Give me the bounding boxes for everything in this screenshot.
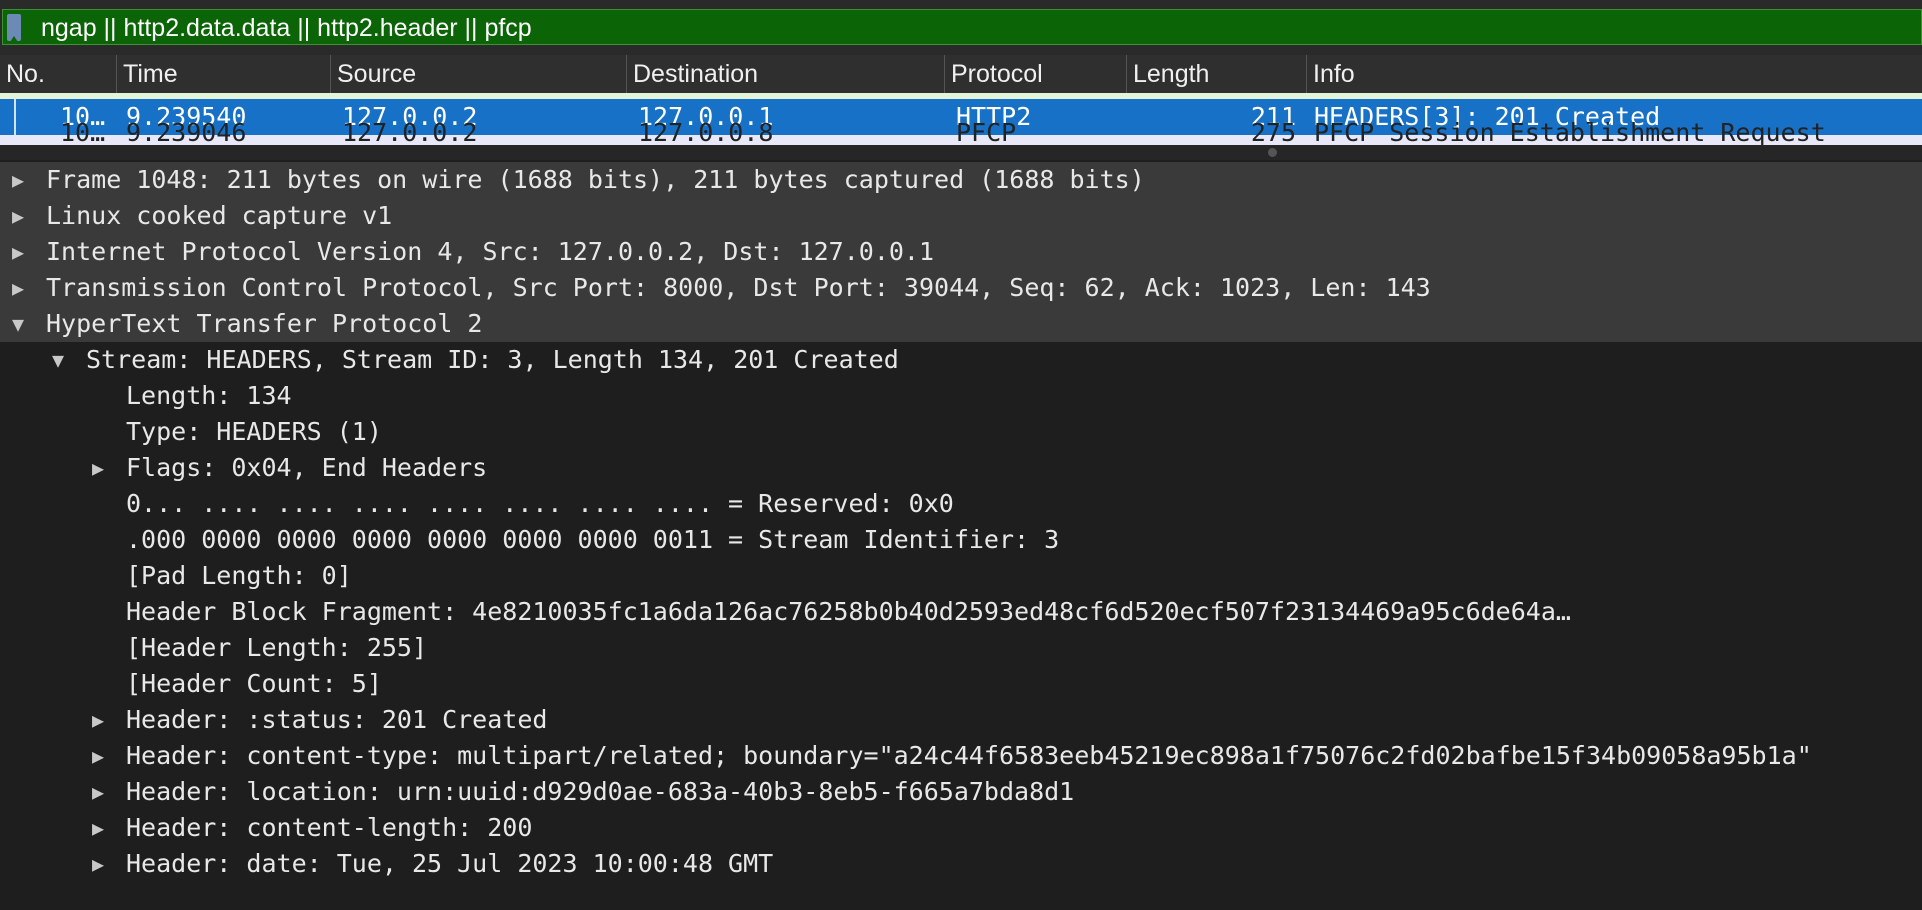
- tree-item-label: .000 0000 0000 0000 0000 0000 0000 0011 …: [126, 525, 1060, 554]
- tree-item-ipv4[interactable]: ▶ Internet Protocol Version 4, Src: 127.…: [0, 234, 1922, 270]
- tree-item-label: Flags: 0x04, End Headers: [126, 453, 488, 482]
- tree-item-header-content-type[interactable]: ▶ Header: content-type: multipart/relate…: [0, 738, 1922, 774]
- column-header-time[interactable]: Time: [116, 55, 330, 93]
- tree-item-label: Header: content-type: multipart/related;…: [126, 741, 1812, 770]
- expand-arrow-icon[interactable]: ▶: [86, 846, 110, 882]
- tree-item-reserved[interactable]: 0... .... .... .... .... .... .... .... …: [0, 486, 1922, 522]
- related-packet-marker: [14, 99, 16, 135]
- expand-arrow-icon[interactable]: ▶: [86, 810, 110, 846]
- expand-arrow-icon[interactable]: ▶: [6, 162, 30, 198]
- tree-item-stream-identifier[interactable]: .000 0000 0000 0000 0000 0000 0000 0011 …: [0, 522, 1922, 558]
- packet-source: 127.0.0.2: [342, 118, 478, 145]
- tree-item-label: HyperText Transfer Protocol 2: [46, 309, 483, 338]
- column-header-info[interactable]: Info: [1306, 55, 1922, 93]
- tree-item-label: Linux cooked capture v1: [46, 201, 393, 230]
- tree-item-label: [Header Length: 255]: [126, 633, 428, 662]
- tree-item-label: Type: HEADERS (1): [126, 417, 382, 446]
- collapse-arrow-icon[interactable]: ▼: [46, 342, 70, 378]
- tree-item-label: Frame 1048: 211 bytes on wire (1688 bits…: [46, 165, 1145, 194]
- tree-item-header-status[interactable]: ▶ Header: :status: 201 Created: [0, 702, 1922, 738]
- tree-item-label: Header: content-length: 200: [126, 813, 533, 842]
- tree-item-label: Internet Protocol Version 4, Src: 127.0.…: [46, 237, 935, 266]
- tree-item-label: Header: location: urn:uuid:d929d0ae-683a…: [126, 777, 1075, 806]
- expand-arrow-icon[interactable]: ▶: [86, 702, 110, 738]
- tree-item-header-content-length[interactable]: ▶ Header: content-length: 200: [0, 810, 1922, 846]
- collapse-arrow-icon[interactable]: ▼: [6, 306, 30, 342]
- tree-item-type[interactable]: Type: HEADERS (1): [0, 414, 1922, 450]
- column-header-length[interactable]: Length: [1126, 55, 1306, 93]
- packet-info: PFCP Session Establishment Request: [1314, 118, 1826, 145]
- tree-item-flags[interactable]: ▶ Flags: 0x04, End Headers: [0, 450, 1922, 486]
- display-filter-bar: ngap || http2.data.data || http2.header …: [0, 0, 1922, 55]
- tree-item-label: [Header Count: 5]: [126, 669, 382, 698]
- tree-item-label: Stream: HEADERS, Stream ID: 3, Length 13…: [86, 345, 899, 374]
- column-header-no[interactable]: No.: [0, 55, 116, 93]
- expand-arrow-icon[interactable]: ▶: [86, 738, 110, 774]
- tree-item-frame[interactable]: ▶ Frame 1048: 211 bytes on wire (1688 bi…: [0, 162, 1922, 198]
- display-filter-text: ngap || http2.data.data || http2.header …: [41, 14, 532, 42]
- expand-arrow-icon[interactable]: ▶: [86, 774, 110, 810]
- tree-item-label: Transmission Control Protocol, Src Port:…: [46, 273, 1431, 302]
- tree-item-label: Length: 134: [126, 381, 292, 410]
- expand-arrow-icon[interactable]: ▶: [6, 270, 30, 306]
- packet-no: 10…: [60, 118, 106, 145]
- tree-item-length[interactable]: Length: 134: [0, 378, 1922, 414]
- tree-item-label: 0... .... .... .... .... .... .... .... …: [126, 489, 954, 518]
- tree-item-header-block-fragment[interactable]: Header Block Fragment: 4e8210035fc1a6da1…: [0, 594, 1922, 630]
- tree-item-http2[interactable]: ▼ HyperText Transfer Protocol 2: [0, 306, 1922, 342]
- tree-item-label: Header: date: Tue, 25 Jul 2023 10:00:48 …: [126, 849, 774, 878]
- tree-item-label: Header: :status: 201 Created: [126, 705, 548, 734]
- display-filter-input[interactable]: ngap || http2.data.data || http2.header …: [2, 9, 1922, 45]
- column-header-source[interactable]: Source: [330, 55, 626, 93]
- tree-item-header-length[interactable]: [Header Length: 255]: [0, 630, 1922, 666]
- packet-details-tree[interactable]: ▶ Frame 1048: 211 bytes on wire (1688 bi…: [0, 162, 1922, 882]
- tree-item-stream[interactable]: ▼ Stream: HEADERS, Stream ID: 3, Length …: [0, 342, 1922, 378]
- tree-item-header-location[interactable]: ▶ Header: location: urn:uuid:d929d0ae-68…: [0, 774, 1922, 810]
- packet-destination: 127.0.0.8: [638, 118, 774, 145]
- packet-list-header: No. Time Source Destination Protocol Len…: [0, 55, 1922, 94]
- packet-length: 275: [1250, 118, 1296, 145]
- column-header-destination[interactable]: Destination: [626, 55, 944, 93]
- column-header-protocol[interactable]: Protocol: [944, 55, 1126, 93]
- packet-protocol: PFCP: [956, 118, 1017, 145]
- bookmark-icon[interactable]: [7, 14, 21, 42]
- splitter-handle-icon[interactable]: [1268, 148, 1277, 157]
- tree-item-header-count[interactable]: [Header Count: 5]: [0, 666, 1922, 702]
- tree-item-label: [Pad Length: 0]: [126, 561, 352, 590]
- expand-arrow-icon[interactable]: ▶: [6, 234, 30, 270]
- packet-time: 9.239046: [126, 118, 247, 145]
- expand-arrow-icon[interactable]: ▶: [6, 198, 30, 234]
- packet-row-next[interactable]: 10… 9.239046 127.0.0.2 127.0.0.8 PFCP 27…: [0, 118, 1922, 145]
- packet-list[interactable]: 10… 9.239540 127.0.0.2 127.0.0.1 HTTP2 2…: [0, 93, 1922, 145]
- tree-item-linux-cooked-capture[interactable]: ▶ Linux cooked capture v1: [0, 198, 1922, 234]
- expand-arrow-icon[interactable]: ▶: [86, 450, 110, 486]
- tree-item-pad-length[interactable]: [Pad Length: 0]: [0, 558, 1922, 594]
- tree-item-header-date[interactable]: ▶ Header: date: Tue, 25 Jul 2023 10:00:4…: [0, 846, 1922, 882]
- pane-splitter[interactable]: [0, 145, 1922, 160]
- tree-item-label: Header Block Fragment: 4e8210035fc1a6da1…: [126, 597, 1571, 626]
- tree-item-tcp[interactable]: ▶ Transmission Control Protocol, Src Por…: [0, 270, 1922, 306]
